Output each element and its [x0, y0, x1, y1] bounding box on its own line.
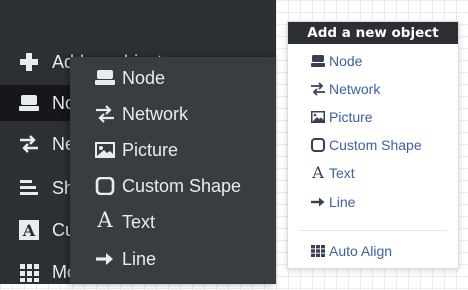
custom-shape-icon: [310, 138, 326, 152]
panel-item-text[interactable]: A Text: [288, 160, 458, 186]
network-icon: [94, 105, 116, 123]
svg-text:A: A: [22, 221, 36, 240]
grid-icon: [310, 244, 326, 258]
picture-icon: [94, 141, 116, 159]
panel-item-picture[interactable]: Picture: [288, 104, 458, 130]
flyout-item-label: Text: [122, 212, 156, 232]
node-icon: [18, 93, 40, 113]
panel-item-label: Node: [329, 53, 363, 69]
panel-item-network[interactable]: Network: [288, 76, 458, 102]
flyout-item-label: Custom Shape: [122, 176, 242, 196]
arrow-right-icon: [94, 250, 116, 268]
panel-item-label: Custom Shape: [329, 137, 422, 153]
align-left-icon: [18, 178, 40, 198]
text-icon: A: [97, 208, 113, 232]
flyout-item-label: Line: [122, 249, 157, 269]
panel-item-label: Text: [329, 165, 355, 181]
auto-align-label: Auto Align: [329, 243, 393, 259]
text-icon: A: [18, 220, 40, 240]
custom-shape-icon: [94, 177, 116, 195]
panel-item-custom-shape[interactable]: Custom Shape: [288, 132, 458, 158]
grid-icon: [18, 262, 40, 282]
flyout-item-text[interactable]: A Text: [70, 205, 276, 239]
panel-item-label: Picture: [329, 109, 373, 125]
sidebar-item-node[interactable]: Node: [0, 85, 95, 121]
flyout-item-network[interactable]: Network: [70, 97, 276, 131]
panel-title: Add a new object: [288, 22, 458, 44]
auto-align-button[interactable]: Auto Align: [288, 238, 458, 264]
picture-icon: [310, 110, 326, 124]
flyout-item-label: Picture: [122, 140, 179, 160]
panel-item-node[interactable]: Node: [288, 48, 458, 74]
plus-icon: [18, 52, 40, 72]
flyout-item-picture[interactable]: Picture: [70, 133, 276, 167]
network-icon: [18, 134, 40, 154]
add-object-panel: Add a new object Node Network Picture Cu…: [287, 21, 459, 269]
flyout-item-label: Node: [122, 68, 166, 88]
panel-item-line[interactable]: Line: [288, 189, 458, 215]
node-icon: [94, 69, 116, 87]
text-icon: A: [312, 163, 324, 182]
flyout-item-node[interactable]: Node: [70, 61, 276, 95]
panel-item-label: Line: [329, 194, 356, 210]
panel-divider: [299, 230, 447, 231]
arrow-right-icon: [310, 195, 326, 209]
panel-item-label: Network: [329, 81, 381, 97]
flyout-item-label: Network: [122, 104, 189, 124]
flyout-item-custom-shape[interactable]: Custom Shape: [70, 169, 276, 203]
node-icon: [310, 54, 326, 68]
network-icon: [310, 82, 326, 96]
add-object-flyout: Node Network Picture Custom Shape A Text…: [70, 57, 276, 284]
flyout-item-line[interactable]: Line: [70, 242, 276, 276]
